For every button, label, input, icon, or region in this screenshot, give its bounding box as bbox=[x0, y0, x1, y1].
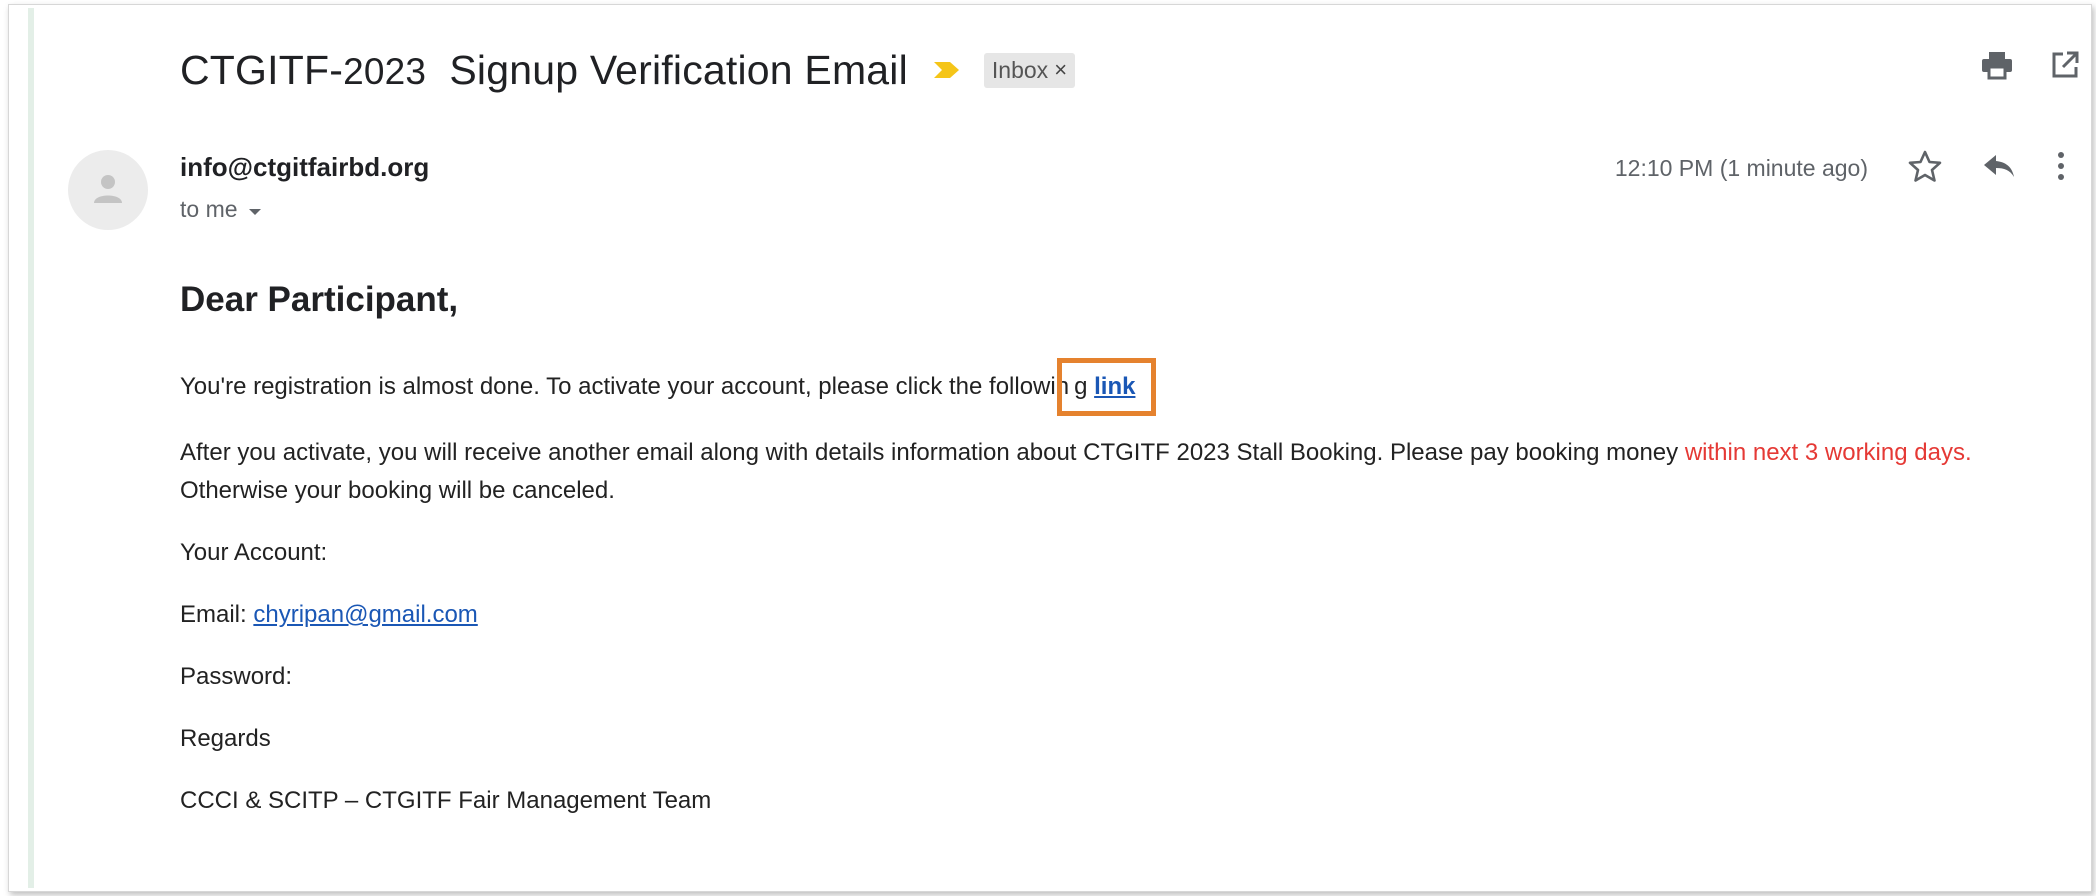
email-subject: CTGITF-2023 Signup Verification Email bbox=[180, 47, 908, 94]
activation-paragraph: You're registration is almost done. To a… bbox=[180, 358, 2060, 416]
email-body: Dear Participant, You're registration is… bbox=[180, 280, 2060, 844]
subject-text: Signup Verification Email bbox=[449, 46, 908, 93]
top-actions bbox=[1980, 50, 2080, 80]
booking-text-b: Stall Booking. Please pay booking money bbox=[1236, 439, 1679, 466]
booking-year: 2023 bbox=[1176, 439, 1230, 466]
star-icon[interactable] bbox=[1908, 150, 1942, 187]
activation-text-end: g bbox=[1074, 373, 1088, 400]
avatar-person-icon bbox=[91, 171, 125, 210]
important-marker-icon[interactable] bbox=[932, 59, 962, 81]
email-label: Email: bbox=[180, 601, 247, 628]
regards: Regards bbox=[180, 725, 271, 752]
greeting: Dear Participant, bbox=[180, 280, 459, 319]
reply-icon[interactable] bbox=[1982, 153, 2016, 184]
subject-year: 2023 bbox=[343, 50, 427, 92]
link-highlight-box: g link bbox=[1057, 358, 1157, 416]
signature: CCCI & SCITP – CTGITF Fair Management Te… bbox=[180, 787, 712, 814]
booking-paragraph: After you activate, you will receive ano… bbox=[180, 434, 2060, 510]
recipient-label: to me bbox=[180, 196, 238, 222]
remove-label-button[interactable]: × bbox=[1054, 57, 1067, 83]
avatar[interactable] bbox=[68, 150, 148, 230]
password-line: Password: bbox=[180, 658, 2060, 696]
account-email-link[interactable]: chyripan@gmail.com bbox=[253, 601, 477, 628]
activation-text: You're registration is almost done. To a… bbox=[180, 373, 1070, 400]
inbox-label: Inbox bbox=[991, 56, 1049, 83]
dropdown-arrow-icon[interactable] bbox=[248, 196, 262, 223]
message-meta: 12:10 PM (1 minute ago) bbox=[1615, 150, 2066, 187]
left-accent-bar bbox=[28, 8, 34, 888]
booking-deadline: within next 3 working days. bbox=[1684, 439, 1972, 466]
booking-text-c: Otherwise your booking will be canceled. bbox=[180, 477, 615, 504]
open-in-new-window-icon[interactable] bbox=[2050, 50, 2080, 80]
more-vert-icon[interactable] bbox=[2056, 151, 2066, 186]
subject-row: CTGITF-2023 Signup Verification Email In… bbox=[180, 40, 1076, 100]
activation-link[interactable]: link bbox=[1094, 373, 1135, 400]
email-line: Email: chyripan@gmail.com bbox=[180, 596, 2060, 634]
sender-address[interactable]: info@ctgitfairbd.org bbox=[180, 152, 429, 183]
recipient-line[interactable]: to me bbox=[180, 196, 262, 223]
inbox-label-chip: Inbox × bbox=[983, 52, 1076, 88]
timestamp: 12:10 PM (1 minute ago) bbox=[1614, 155, 1868, 181]
password-label: Password: bbox=[180, 663, 293, 690]
booking-text-a: After you activate, you will receive ano… bbox=[180, 439, 1170, 466]
subject-prefix: CTGITF- bbox=[180, 46, 344, 93]
print-icon[interactable] bbox=[1980, 50, 2014, 80]
account-heading: Your Account: bbox=[180, 539, 328, 566]
